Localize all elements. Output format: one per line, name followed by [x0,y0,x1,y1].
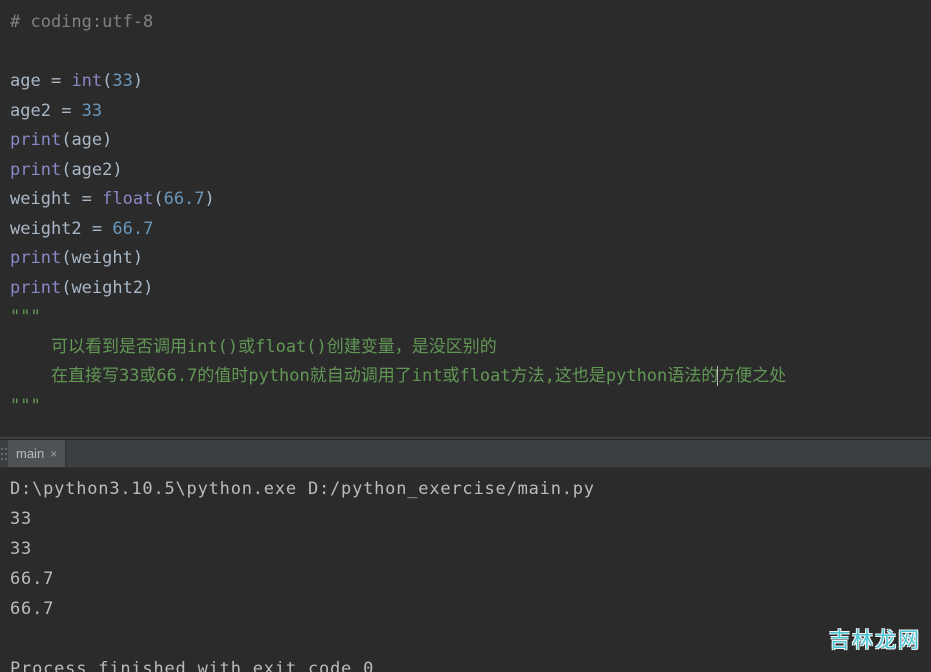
docstring: """ [10,396,41,416]
code-line [10,38,921,68]
identifier: weight [10,189,71,209]
identifier: age [71,130,102,150]
paren: ( [102,71,112,91]
paren: ) [205,189,215,209]
close-icon[interactable]: × [50,447,57,461]
tool-window-grip-icon[interactable] [0,440,8,467]
identifier: weight2 [10,219,82,239]
identifier: age2 [71,160,112,180]
code-line: print(weight2) [10,274,921,304]
identifier: weight [71,248,132,268]
docstring: 方便之处 [718,366,786,386]
run-tab-label: main [16,446,44,461]
paren: ) [112,160,122,180]
paren: ( [153,189,163,209]
console-output-line: 66.7 [10,594,921,624]
code-line: print(age) [10,126,921,156]
code-line: print(age2) [10,156,921,186]
builtin-call: print [10,248,61,268]
paren: ) [133,248,143,268]
console-blank-line [10,624,921,654]
operator: = [82,219,113,239]
run-console[interactable]: D:\python3.10.5\python.exe D:/python_exe… [0,468,931,672]
builtin-call: print [10,160,61,180]
code-line: print(weight) [10,244,921,274]
identifier: age2 [10,101,51,121]
operator: = [51,101,82,121]
number-literal: 33 [112,71,132,91]
paren: ( [61,278,71,298]
operator: = [41,71,72,91]
console-output-line: 33 [10,504,921,534]
paren: ) [143,278,153,298]
run-tab-bar: main × [0,440,931,468]
console-output-line: 66.7 [10,564,921,594]
paren: ( [61,130,71,150]
builtin-call: print [10,130,61,150]
watermark-text: 吉林龙网 [829,624,921,654]
comment: # coding:utf-8 [10,12,153,32]
number-literal: 66.7 [164,189,205,209]
paren: ) [102,130,112,150]
operator: = [71,189,102,209]
docstring: 在直接写33或66.7的值时python就自动调用了int或float方法,这也… [10,366,718,386]
code-line: weight = float(66.7) [10,185,921,215]
number-literal: 33 [82,101,102,121]
paren: ( [61,248,71,268]
paren: ( [61,160,71,180]
console-command: D:\python3.10.5\python.exe D:/python_exe… [10,474,921,504]
docstring: 可以看到是否调用int()或float()创建变量，是没区别的 [10,337,497,357]
code-line: 可以看到是否调用int()或float()创建变量，是没区别的 [10,333,921,363]
number-literal: 66.7 [112,219,153,239]
run-tab-main[interactable]: main × [8,440,66,467]
code-line: """ [10,392,921,422]
console-exit-status: Process finished with exit code 0 [10,654,921,672]
code-line: age2 = 33 [10,97,921,127]
code-line: age = int(33) [10,67,921,97]
builtin-call: print [10,278,61,298]
builtin-call: int [71,71,102,91]
code-line: weight2 = 66.7 [10,215,921,245]
paren: ) [133,71,143,91]
code-line: # coding:utf-8 [10,8,921,38]
console-output-line: 33 [10,534,921,564]
identifier: weight2 [71,278,143,298]
code-editor[interactable]: # coding:utf-8 age = int(33) age2 = 33 p… [0,0,931,436]
identifier: age [10,71,41,91]
docstring: """ [10,307,41,327]
code-line: """ [10,303,921,333]
code-line: 在直接写33或66.7的值时python就自动调用了int或float方法,这也… [10,362,921,392]
builtin-call: float [102,189,153,209]
